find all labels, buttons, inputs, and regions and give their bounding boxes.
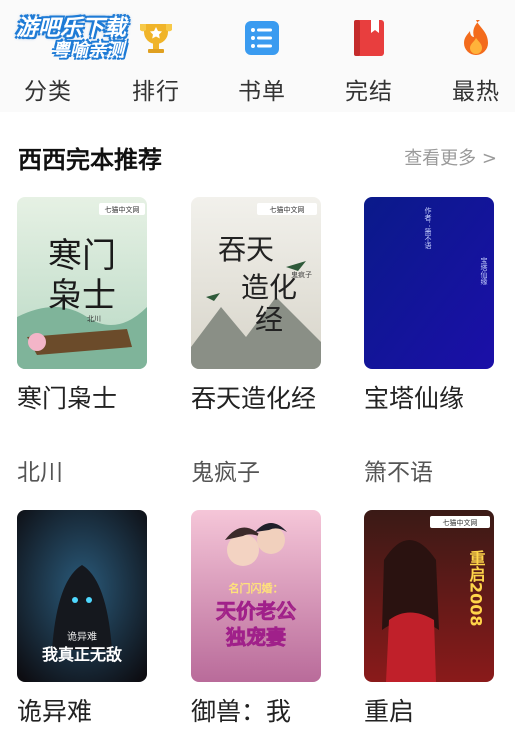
book-cover[interactable]: 作者：箫不语 宝塔仙缘 [364,197,494,369]
nav-booklist[interactable]: 书单 [216,0,308,112]
top-nav: 分类 排行 书单 完结 最热 游吧乐下载 粤喻亲测 [0,0,515,112]
view-more-link[interactable]: 查看更多 > [404,144,497,170]
watermark: 游吧乐下载 粤喻亲测 [12,10,180,68]
cover-publisher: 七猫中文网 [105,205,140,214]
cover-title: 吞天 [218,233,274,266]
cover-title: 经 [255,303,283,336]
book-cover[interactable]: 名门闪婚： 天价老公 独宠妻 [191,510,321,682]
cover-title: 枭士 [48,276,116,316]
nav-label: 最热 [452,79,500,105]
book-cover[interactable]: 七猫中文网 重启2008 [364,510,494,682]
cover-author: 鬼疯子 [291,270,312,279]
cover-subtitle: 诡异难 [67,630,97,643]
cover-title: 宝塔仙缘 [480,256,488,285]
book-title: 吞天造化经 [191,384,317,413]
cover-title: 寒门 [48,236,116,276]
section-title: 西西完本推荐 [18,146,162,174]
cover-title: 重启2008 [467,549,486,626]
book-cover[interactable]: 七猫中文网 寒门 枭士 北川 [17,197,147,369]
nav-label: 排行 [132,79,180,105]
cover-publisher: 七猫中文网 [443,518,478,527]
cover-author: 作者：箫不语 [424,206,432,250]
book-title: 宝塔仙缘 [364,384,465,413]
book-title: 御兽：我 [191,697,292,726]
book-icon [354,20,384,56]
list-icon [245,21,279,55]
nav-completed[interactable]: 完结 [323,0,415,112]
book-cover[interactable]: 七猫中文网 吞天 造化 经 鬼疯子 [191,197,321,369]
cover-title: 独宠妻 [226,625,286,649]
cover-author: 北川 [87,315,101,323]
book-author: 北川 [17,460,63,486]
cover-title: 我真正无敌 [42,645,122,664]
nav-label: 分类 [24,79,72,105]
book-author: 鬼疯子 [191,460,260,486]
book-title: 重启 [364,697,415,726]
cover-title: 造化 [241,271,297,304]
book-author: 箫不语 [364,460,433,486]
nav-label: 完结 [345,79,393,105]
cover-title: 天价老公 [216,599,296,623]
book-title: 诡异难 [17,697,93,726]
book-cover[interactable]: 我真正无敌 诡异难 [17,510,147,682]
nav-label: 书单 [238,79,286,105]
watermark-line2: 粤喻亲测 [52,40,124,61]
book-title: 寒门枭士 [17,384,118,413]
cover-subtitle: 名门闪婚： [229,581,284,595]
nav-hottest[interactable]: 最热 [430,0,515,112]
cover-publisher: 七猫中文网 [270,205,305,214]
flame-icon [464,20,488,55]
section-header: 西西完本推荐 查看更多 > [0,112,515,196]
